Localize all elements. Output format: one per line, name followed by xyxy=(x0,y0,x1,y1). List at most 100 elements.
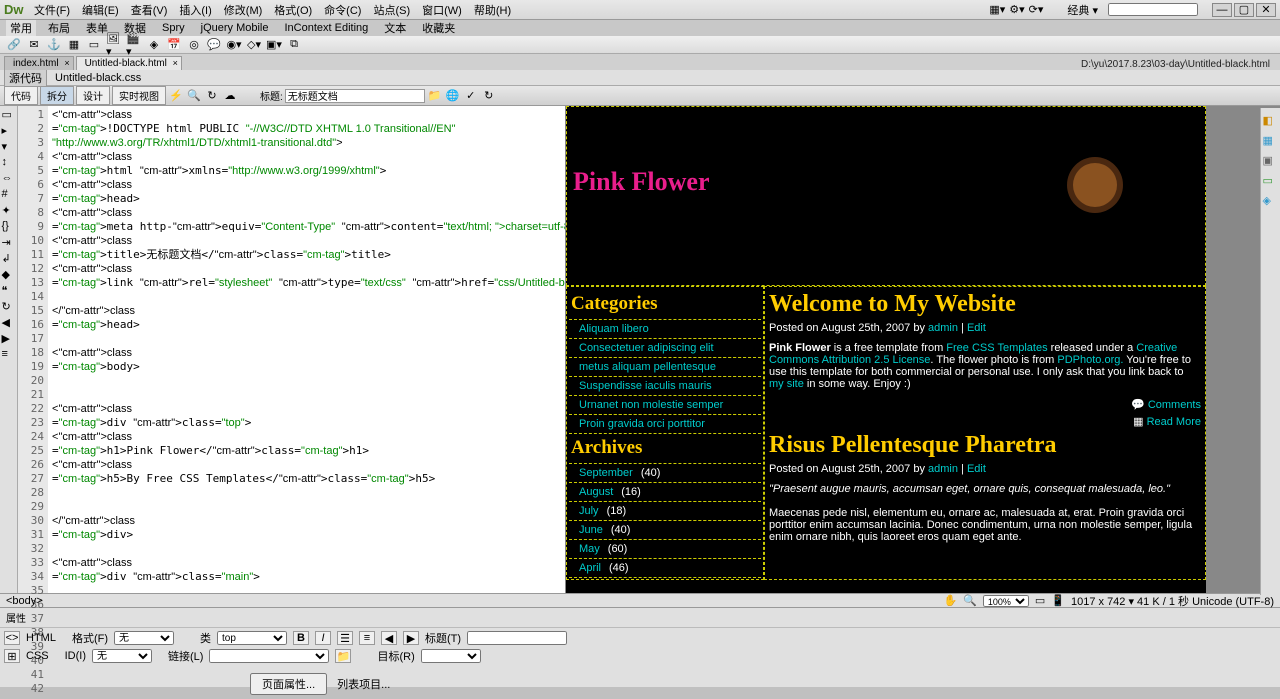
auto-indent-icon[interactable]: ⇥ xyxy=(2,236,16,250)
target-select[interactable] xyxy=(421,649,481,663)
view-button[interactable]: 设计 xyxy=(76,86,110,105)
css-mode-button[interactable]: ⊞ xyxy=(4,649,20,663)
inspect-icon[interactable]: 🔍 xyxy=(186,89,202,103)
edit-link[interactable]: Edit xyxy=(967,463,986,475)
insert-tab[interactable]: 常用 xyxy=(6,20,36,36)
close-icon[interactable]: × xyxy=(64,58,69,68)
outdent-button[interactable]: ◀ xyxy=(381,631,397,645)
category-item[interactable]: Aliquam libero xyxy=(569,319,761,339)
category-item[interactable]: Consectetuer adipiscing elit xyxy=(569,338,761,358)
ol-button[interactable]: ≡ xyxy=(359,631,375,645)
menu-item[interactable]: 格式(O) xyxy=(268,5,318,17)
document-tab[interactable]: Untitled-black.html× xyxy=(76,56,182,70)
table-icon[interactable]: ▦ xyxy=(66,38,82,52)
widget-icon[interactable]: ◈ xyxy=(146,38,162,52)
balance-icon[interactable]: ⇔ xyxy=(2,172,16,186)
class-select[interactable]: top xyxy=(217,631,287,645)
line-num-icon[interactable]: # xyxy=(2,188,16,202)
gear-icon[interactable]: ⚙▾ xyxy=(1009,3,1024,16)
minimize-button[interactable]: — xyxy=(1212,3,1232,17)
document-tab[interactable]: index.html× xyxy=(4,56,74,70)
highlight-icon[interactable]: ✦ xyxy=(2,204,16,218)
menu-item[interactable]: 修改(M) xyxy=(218,5,269,17)
insert-tab[interactable]: 文本 xyxy=(380,20,410,36)
comment-icon[interactable]: ❝ xyxy=(2,284,16,298)
script-icon[interactable]: ◇▾ xyxy=(246,38,262,52)
menu-item[interactable]: 帮助(H) xyxy=(468,5,517,17)
html-mode-button[interactable]: <> xyxy=(4,631,20,645)
menu-item[interactable]: 插入(I) xyxy=(173,5,217,17)
menu-item[interactable]: 编辑(E) xyxy=(76,5,125,17)
view-size-icon[interactable]: ▭ xyxy=(1035,594,1045,607)
collapse-icon[interactable]: ▸ xyxy=(2,124,16,138)
live-code-icon[interactable]: ⚡ xyxy=(168,89,184,103)
source-code-button[interactable]: 源代码 xyxy=(4,69,47,87)
refresh-design-icon[interactable]: ↻ xyxy=(204,89,220,103)
server-icon[interactable]: ◎ xyxy=(186,38,202,52)
close-icon[interactable]: × xyxy=(173,58,178,68)
recent-icon[interactable]: ↻ xyxy=(2,300,16,314)
italic-button[interactable]: I xyxy=(315,631,331,645)
doc-title-input[interactable] xyxy=(285,89,425,103)
wrap-icon[interactable]: ↲ xyxy=(2,252,16,266)
comment-icon[interactable]: 💬 xyxy=(206,38,222,52)
menu-item[interactable]: 查看(V) xyxy=(125,5,174,17)
view-button[interactable]: 代码 xyxy=(4,86,38,105)
snippet-icon[interactable]: ◆ xyxy=(2,268,16,282)
zoom-tool-icon[interactable]: 🔍 xyxy=(963,594,977,607)
check-icon[interactable]: ↻ xyxy=(481,89,497,103)
close-button[interactable]: ✕ xyxy=(1256,3,1276,17)
ap-elements-icon[interactable]: ▦ xyxy=(1263,134,1279,150)
link-folder-icon[interactable]: 📁 xyxy=(335,649,351,663)
menu-item[interactable]: 窗口(W) xyxy=(416,5,468,17)
menu-item[interactable]: 命令(C) xyxy=(318,5,367,17)
category-item[interactable]: Suspendisse iaculis mauris xyxy=(569,376,761,396)
view-button[interactable]: 实时视图 xyxy=(112,86,166,105)
preview-icon[interactable]: 🌐 xyxy=(445,89,461,103)
code-editor[interactable]: <"cm-attr">class="cm-tag">!DOCTYPE html … xyxy=(48,106,565,593)
expand-icon[interactable]: ▾ xyxy=(2,140,16,154)
files-panel-icon[interactable]: ▭ xyxy=(1263,174,1279,190)
link-select[interactable] xyxy=(209,649,329,663)
indent-right-icon[interactable]: ▶ xyxy=(2,332,16,346)
image-icon[interactable]: 🖼▾ xyxy=(106,38,122,52)
maximize-button[interactable]: ▢ xyxy=(1234,3,1254,17)
insert-tab[interactable]: jQuery Mobile xyxy=(197,22,273,34)
format-icon[interactable]: ≡ xyxy=(2,348,16,362)
bold-button[interactable]: B xyxy=(293,631,309,645)
email-icon[interactable]: ✉ xyxy=(26,38,42,52)
page-properties-button[interactable]: 页面属性... xyxy=(250,673,327,695)
menu-item[interactable]: 文件(F) xyxy=(28,5,76,17)
archive-item[interactable]: July(18) xyxy=(569,501,761,521)
validate-icon[interactable]: ✓ xyxy=(463,89,479,103)
insert-tab[interactable]: 布局 xyxy=(44,20,74,36)
business-catalyst-icon[interactable]: ▣ xyxy=(1263,154,1279,170)
comments-link[interactable]: Comments xyxy=(1148,399,1201,411)
design-view[interactable]: Pink Flower xyxy=(566,106,1280,593)
archive-item[interactable]: May(60) xyxy=(569,539,761,559)
syntax-icon[interactable]: {} xyxy=(2,220,16,234)
date-icon[interactable]: 📅 xyxy=(166,38,182,52)
css-panel-icon[interactable]: ◧ xyxy=(1263,114,1279,130)
media-icon[interactable]: 🎬▾ xyxy=(126,38,142,52)
format-select[interactable]: 无 xyxy=(114,631,174,645)
archive-item[interactable]: June(40) xyxy=(569,520,761,540)
indent-left-icon[interactable]: ◀ xyxy=(2,316,16,330)
file-mgmt-icon[interactable]: 📁 xyxy=(427,89,443,103)
view-button[interactable]: 拆分 xyxy=(40,86,74,105)
zoom-select[interactable]: 100% xyxy=(983,595,1029,607)
refresh-icon[interactable]: ⟳▾ xyxy=(1029,3,1044,16)
category-item[interactable]: metus aliquam pellentesque xyxy=(569,357,761,377)
anchor-icon[interactable]: ⚓ xyxy=(46,38,62,52)
device-icon[interactable]: 📱 xyxy=(1051,594,1065,607)
select-parent-icon[interactable]: ↕ xyxy=(2,156,16,170)
archive-item[interactable]: September(40) xyxy=(569,463,761,483)
assets-panel-icon[interactable]: ◈ xyxy=(1263,194,1279,210)
insert-tab[interactable]: InContext Editing xyxy=(280,22,372,34)
tag-selector[interactable]: <body> xyxy=(6,595,43,607)
category-item[interactable]: Urnanet non molestie semper xyxy=(569,395,761,415)
admin-link[interactable]: admin xyxy=(928,322,958,334)
cloud-icon[interactable]: ☁ xyxy=(222,89,238,103)
indent-button[interactable]: ▶ xyxy=(403,631,419,645)
category-item[interactable]: Proin gravida orci porttitor xyxy=(569,414,761,434)
